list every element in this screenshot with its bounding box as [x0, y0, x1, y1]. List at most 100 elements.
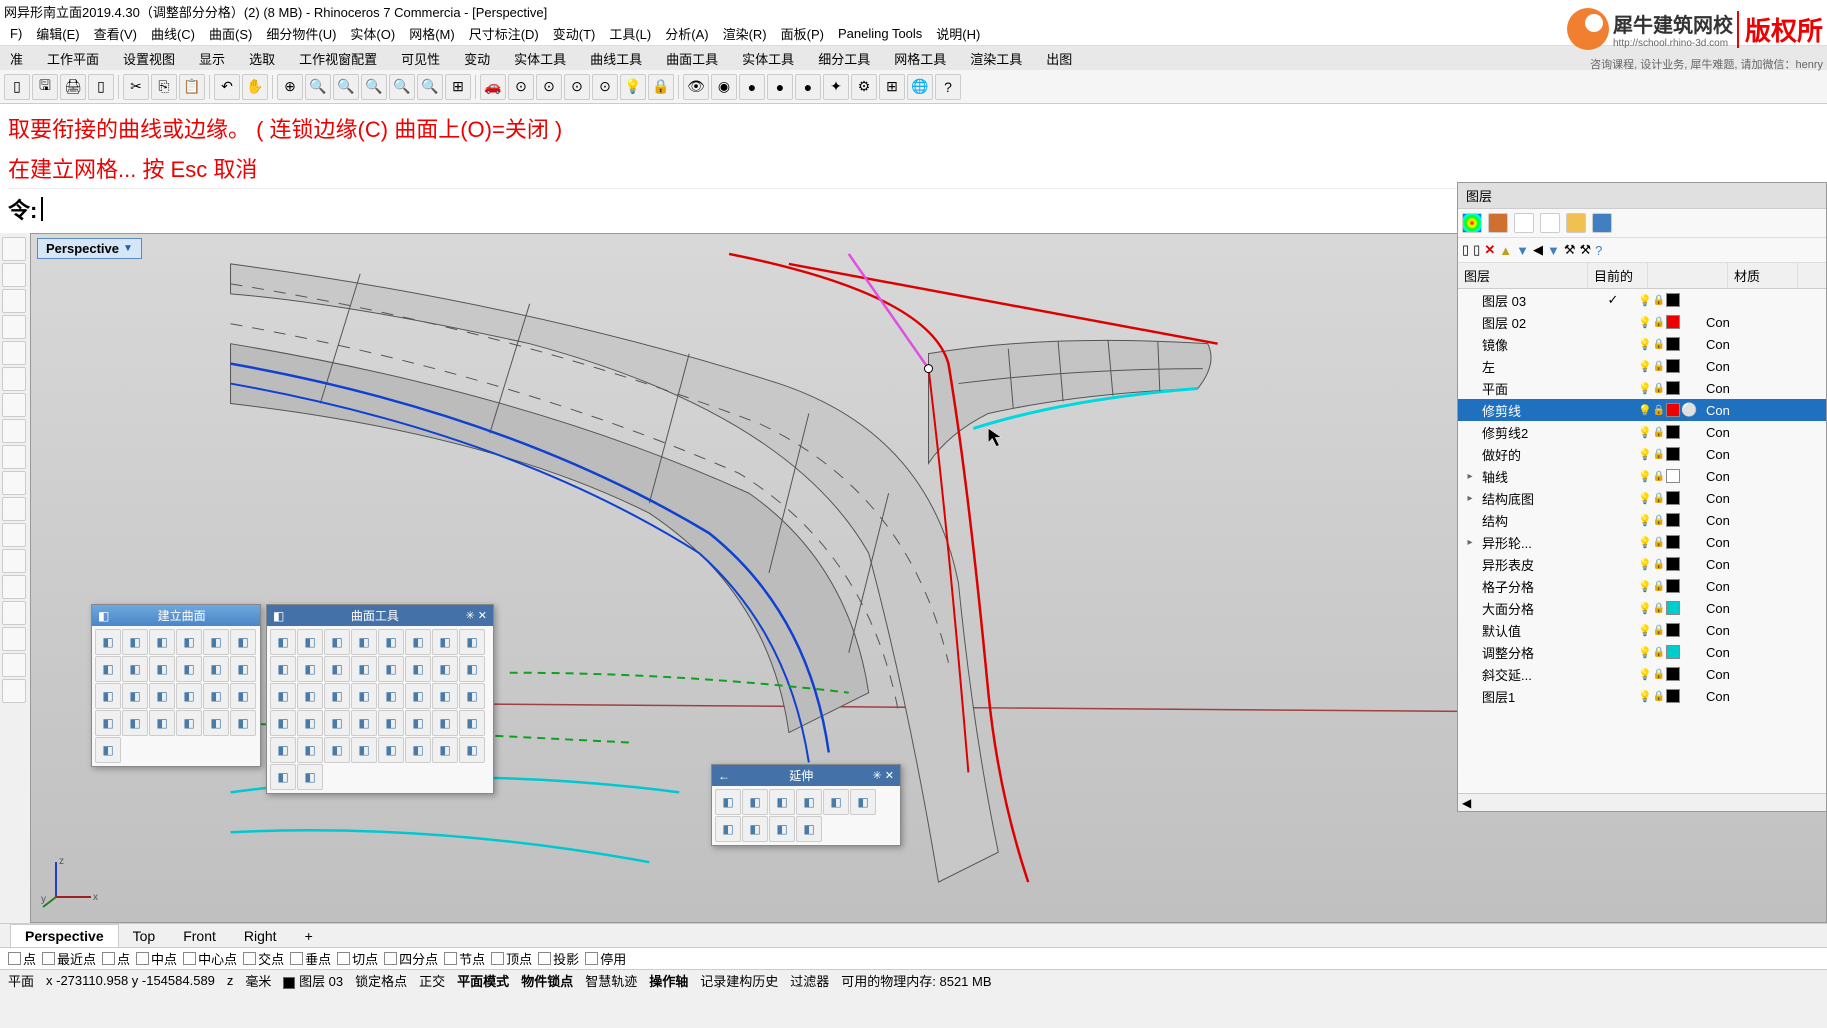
tool-tab[interactable]: 曲线工具	[590, 49, 642, 68]
panel-tool-icon[interactable]: ◧	[378, 683, 404, 709]
layer-row[interactable]: 左💡🔒Con	[1458, 355, 1826, 377]
panel-tool-icon[interactable]: ◧	[149, 683, 175, 709]
expand-icon[interactable]: ▸	[1462, 537, 1478, 548]
tool-tab[interactable]: 显示	[199, 49, 225, 68]
layer-row[interactable]: 结构💡🔒Con	[1458, 509, 1826, 531]
viewport-tab[interactable]: Perspective	[10, 924, 119, 947]
layer-row[interactable]: 图层 03✓💡🔒	[1458, 289, 1826, 311]
panel-tool-icon[interactable]: ◧	[769, 789, 795, 815]
status-ortho[interactable]: 正交	[419, 971, 445, 990]
back-icon[interactable]: ◀	[1533, 242, 1543, 258]
layer-state-icons[interactable]: 💡🔒⚪	[1638, 402, 1698, 418]
side-tool-button[interactable]	[2, 627, 26, 651]
panel-tool-icon[interactable]: ◧	[378, 737, 404, 763]
surface-tools-panel[interactable]: ◧ 曲面工具 ✳ ✕ ◧◧◧◧◧◧◧◧◧◧◧◧◧◧◧◧◧◧◧◧◧◧◧◧◧◧◧◧◧…	[266, 604, 494, 794]
panel-tool-icon[interactable]: ◧	[742, 816, 768, 842]
layer-material[interactable]: Con	[1698, 557, 1826, 572]
panel-tool-icon[interactable]: ◧	[796, 816, 822, 842]
side-tool-button[interactable]	[2, 601, 26, 625]
tool-tab[interactable]: 变动	[464, 49, 490, 68]
extend-panel[interactable]: ← 延伸 ✳ ✕ ◧◧◧◧◧◧◧◧◧◧	[711, 764, 901, 846]
layer-state-icons[interactable]: 💡🔒	[1638, 601, 1698, 615]
side-tool-button[interactable]	[2, 237, 26, 261]
status-planar[interactable]: 平面模式	[457, 971, 509, 990]
panel-tool-icon[interactable]: ◧	[351, 656, 377, 682]
layer-material[interactable]: Con	[1698, 579, 1826, 594]
panel-tool-icon[interactable]: ◧	[432, 710, 458, 736]
panel-tool-icon[interactable]: ◧	[769, 816, 795, 842]
layer-state-icons[interactable]: 💡🔒	[1638, 579, 1698, 593]
layer-state-icons[interactable]: 💡🔒	[1638, 557, 1698, 571]
menu-item[interactable]: 查看(V)	[88, 22, 143, 45]
toolbar-button[interactable]: 💡	[620, 74, 646, 100]
tools-icon[interactable]: ⚒	[1564, 242, 1576, 258]
layer-state-icons[interactable]: 💡🔒	[1638, 623, 1698, 637]
osnap-option[interactable]: 节点	[444, 949, 485, 968]
toolbar-button[interactable]: ⊕	[277, 74, 303, 100]
layer-color-swatch[interactable]	[1666, 447, 1680, 461]
side-tool-button[interactable]	[2, 289, 26, 313]
panel-tool-icon[interactable]: ◧	[149, 656, 175, 682]
side-tool-button[interactable]	[2, 367, 26, 391]
panel-tool-icon[interactable]: ◧	[297, 656, 323, 682]
panel-tool-icon[interactable]: ◧	[270, 629, 296, 655]
toolbar-button[interactable]: 🖫	[32, 74, 58, 100]
toolbar-button[interactable]: ✦	[823, 74, 849, 100]
toolbar-button[interactable]: ⊙	[592, 74, 618, 100]
panel-tool-icon[interactable]: ◧	[459, 656, 485, 682]
panel-tool-icon[interactable]: ◧	[95, 656, 121, 682]
layer-state-icons[interactable]: 💡🔒	[1638, 425, 1698, 439]
checkbox-icon[interactable]	[8, 952, 21, 965]
layer-material[interactable]: Con	[1698, 623, 1826, 638]
folder-icon[interactable]	[1566, 213, 1586, 233]
panel-tool-icon[interactable]: ◧	[270, 683, 296, 709]
panel-tool-icon[interactable]: ◧	[203, 683, 229, 709]
layer-color-swatch[interactable]	[1666, 645, 1680, 659]
osnap-option[interactable]: 垂点	[290, 949, 331, 968]
expand-icon[interactable]: ▸	[1462, 493, 1478, 504]
layer-color-swatch[interactable]	[1666, 337, 1680, 351]
layer-row[interactable]: ▸轴线💡🔒Con	[1458, 465, 1826, 487]
panel-tool-icon[interactable]: ◧	[297, 683, 323, 709]
panel-tool-icon[interactable]: ◧	[95, 737, 121, 763]
menu-item[interactable]: 网格(M)	[403, 22, 461, 45]
layer-material[interactable]: Con	[1698, 535, 1826, 550]
panel-tool-icon[interactable]: ◧	[324, 710, 350, 736]
panel-tool-icon[interactable]: ◧	[405, 656, 431, 682]
checkbox-icon[interactable]	[337, 952, 350, 965]
layer-color-swatch[interactable]	[1666, 689, 1680, 703]
panel-tool-icon[interactable]: ◧	[297, 764, 323, 790]
layer-state-icons[interactable]: 💡🔒	[1638, 513, 1698, 527]
layer-color-swatch[interactable]	[1666, 359, 1680, 373]
toolbar-button[interactable]: ⊙	[508, 74, 534, 100]
move-down-icon[interactable]: ▼	[1516, 243, 1529, 258]
add-viewport-tab[interactable]: +	[291, 925, 327, 947]
layer-row[interactable]: 平面💡🔒Con	[1458, 377, 1826, 399]
layer-material[interactable]: Con	[1698, 667, 1826, 682]
checkbox-icon[interactable]	[585, 952, 598, 965]
panel-tool-icon[interactable]: ◧	[122, 683, 148, 709]
layer-row[interactable]: 大面分格💡🔒Con	[1458, 597, 1826, 619]
layer-linetype-icon[interactable]	[1514, 213, 1534, 233]
side-tool-button[interactable]	[2, 471, 26, 495]
menu-item[interactable]: 变动(T)	[547, 22, 602, 45]
side-tool-button[interactable]	[2, 523, 26, 547]
layer-color-swatch[interactable]	[1666, 579, 1680, 593]
toolbar-button[interactable]: ▯	[4, 74, 30, 100]
layers-hscroll[interactable]: ◀	[1458, 793, 1826, 811]
layer-color-swatch[interactable]	[1666, 667, 1680, 681]
tool-tab[interactable]: 渲染工具	[970, 49, 1022, 68]
layer-color-swatch[interactable]	[1666, 469, 1680, 483]
toolbar-button[interactable]: 🔍	[361, 74, 387, 100]
panel-tool-icon[interactable]: ◧	[351, 683, 377, 709]
panel-header[interactable]: ◧ 建立曲面	[92, 605, 260, 626]
layer-row[interactable]: 异形表皮💡🔒Con	[1458, 553, 1826, 575]
toolbar-button[interactable]: ?	[935, 74, 961, 100]
menu-item[interactable]: 面板(P)	[775, 22, 830, 45]
panel-tool-icon[interactable]: ◧	[95, 710, 121, 736]
toolbar-button[interactable]: 🔒	[648, 74, 674, 100]
layer-color-swatch[interactable]	[1666, 557, 1680, 571]
panel-tool-icon[interactable]: ◧	[230, 710, 256, 736]
toolbar-button[interactable]: 🖨	[60, 74, 86, 100]
panel-tool-icon[interactable]: ◧	[405, 710, 431, 736]
